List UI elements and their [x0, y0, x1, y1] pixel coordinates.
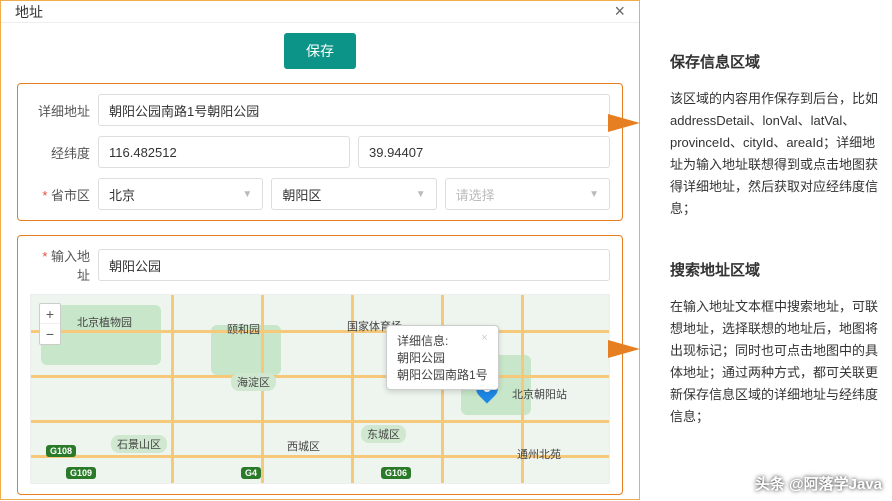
save-row: 保存 — [17, 33, 623, 69]
save-info-section: 详细地址 经纬度 省市区 北京 ▼ — [17, 83, 623, 221]
city-value: 朝阳区 — [282, 185, 321, 204]
address-modal: 地址 × 保存 详细地址 经纬度 省市区 — [0, 0, 640, 500]
map-label-botanical: 北京植物园 — [71, 313, 138, 331]
zoom-in-button[interactable]: + — [40, 304, 60, 324]
annotation-save-title: 保存信息区域 — [670, 50, 880, 76]
zoom-out-button[interactable]: − — [40, 324, 60, 344]
popup-close-icon[interactable]: × — [481, 332, 487, 344]
map-label-shijingshan: 石景山区 — [111, 435, 167, 453]
input-address-label: 输入地址 — [30, 246, 90, 284]
map-canvas[interactable]: + − 北京植物园 颐和园 国家体育场 海淀区 石景山区 西城区 东城区 北京朝… — [30, 294, 610, 484]
annotation-search-body: 在输入地址文本框中搜索地址，可联想地址，选择联想的地址后，地图将出现标记；同时也… — [670, 296, 880, 429]
chevron-down-icon: ▼ — [416, 189, 426, 200]
highway-g106: G106 — [381, 467, 411, 479]
city-select[interactable]: 朝阳区 ▼ — [271, 178, 436, 210]
popup-line2: 朝阳公园南路1号 — [397, 366, 488, 383]
annotation-save-body: 该区域的内容用作保存到后台，比如addressDetail、lonVal、lat… — [670, 88, 880, 221]
region-label: 省市区 — [30, 185, 90, 204]
highway-g109: G109 — [66, 467, 96, 479]
detail-address-label: 详细地址 — [30, 101, 90, 120]
arrow-icon — [608, 340, 640, 358]
map-info-popup: × 详细信息: 朝阳公园 朝阳公园南路1号 — [386, 325, 499, 390]
watermark-text: 头条 @阿落学Java — [755, 473, 882, 494]
popup-title: 详细信息: — [397, 332, 488, 349]
chevron-down-icon: ▼ — [242, 189, 252, 200]
map-label-chaoyang-station: 北京朝阳站 — [506, 385, 573, 403]
latitude-input[interactable] — [358, 136, 610, 168]
popup-line1: 朝阳公园 — [397, 349, 488, 366]
area-select[interactable]: 请选择 ▼ — [445, 178, 610, 210]
annotation-save-info: 保存信息区域 该区域的内容用作保存到后台，比如addressDetail、lon… — [670, 50, 880, 220]
close-icon[interactable]: × — [614, 1, 625, 22]
modal-body: 保存 详细地址 经纬度 省市区 — [1, 23, 639, 501]
longitude-input[interactable] — [98, 136, 350, 168]
search-address-section: 输入地址 — [17, 235, 623, 495]
annotation-search: 搜索地址区域 在输入地址文本框中搜索地址，可联想地址，选择联想的地址后，地图将出… — [670, 258, 880, 428]
map-zoom-control: + − — [39, 303, 61, 345]
annotations-panel: 保存信息区域 该区域的内容用作保存到后台，比如addressDetail、lon… — [640, 0, 892, 500]
map-label-haidian: 海淀区 — [231, 373, 276, 391]
highway-g108: G108 — [46, 445, 76, 457]
highway-g4: G4 — [241, 467, 261, 479]
modal-title: 地址 — [15, 2, 43, 22]
map-label-yiheyuan: 颐和园 — [221, 320, 266, 338]
arrow-icon — [608, 114, 640, 132]
detail-address-input[interactable] — [98, 94, 610, 126]
save-button[interactable]: 保存 — [284, 33, 356, 69]
province-value: 北京 — [109, 185, 135, 204]
map-label-dongcheng: 东城区 — [361, 425, 406, 443]
province-select[interactable]: 北京 ▼ — [98, 178, 263, 210]
annotation-search-title: 搜索地址区域 — [670, 258, 880, 284]
modal-header: 地址 × — [1, 1, 639, 23]
latlon-label: 经纬度 — [30, 143, 90, 162]
map-label-xicheng: 西城区 — [281, 437, 326, 455]
chevron-down-icon: ▼ — [589, 189, 599, 200]
search-address-input[interactable] — [98, 249, 610, 281]
area-placeholder: 请选择 — [456, 185, 495, 204]
map-label-tongzhou: 通州北苑 — [511, 445, 567, 463]
